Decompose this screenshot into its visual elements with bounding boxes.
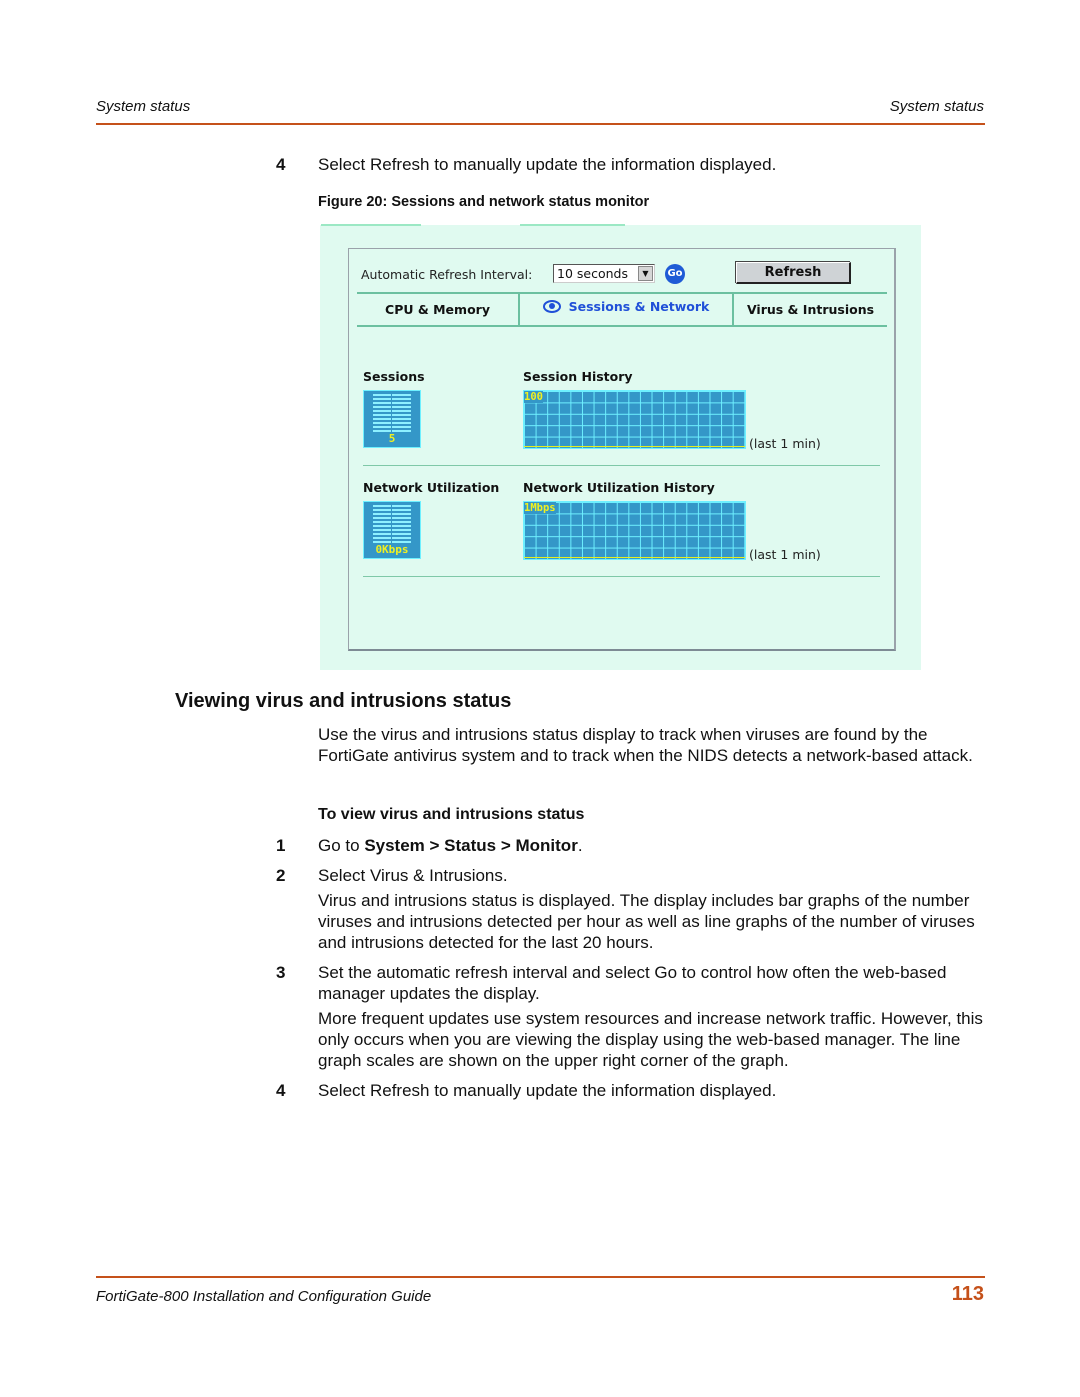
- step-detail: Virus and intrusions status is displayed…: [318, 891, 975, 952]
- monitor-tabs: CPU & Memory Sessions & Network Virus & …: [357, 292, 887, 327]
- running-header-right: System status: [889, 98, 984, 115]
- tab-label: CPU & Memory: [385, 302, 490, 317]
- step-item: 2 Select Virus & Intrusions. Virus and i…: [276, 865, 986, 953]
- header-rule: [96, 123, 985, 125]
- step-text: Select Refresh to manually update the in…: [318, 155, 777, 174]
- sessions-meter: 5: [363, 390, 421, 448]
- tab-cpu-memory[interactable]: CPU & Memory: [357, 294, 520, 325]
- step-item: 4 Select Refresh to manually update the …: [276, 1080, 986, 1101]
- network-utilization-label: Network Utilization: [363, 480, 500, 495]
- step-text: Select Virus & Intrusions.: [318, 866, 508, 885]
- status-monitor-figure: Automatic Refresh Interval: 10 seconds ▼…: [320, 224, 921, 670]
- step-text: Select Refresh to manually update the in…: [318, 1081, 777, 1100]
- figure-caption: Figure 20: Sessions and network status m…: [318, 194, 650, 210]
- step-text: Set the automatic refresh interval and s…: [318, 963, 947, 1003]
- procedure-title: To view virus and intrusions status: [318, 806, 585, 823]
- step-detail: More frequent updates use system resourc…: [318, 1009, 983, 1070]
- step-text-post: .: [577, 836, 583, 855]
- step-item: 4 Select Refresh to manually update the …: [276, 154, 986, 175]
- session-history-period: (last 1 min): [749, 436, 821, 451]
- network-meter: 0Kbps: [363, 501, 421, 559]
- step-number: 4: [276, 155, 286, 174]
- network-history-label: Network Utilization History: [523, 480, 715, 495]
- step-item: 3 Set the automatic refresh interval and…: [276, 962, 986, 1071]
- chevron-down-icon[interactable]: ▼: [638, 266, 653, 281]
- history-line: [524, 446, 745, 447]
- step-number: 4: [276, 1081, 286, 1100]
- section-divider: [363, 576, 880, 577]
- step-text-pre: Go to: [318, 836, 365, 855]
- session-history-scale: 100: [524, 391, 543, 403]
- tab-virus-intrusions[interactable]: Virus & Intrusions: [734, 294, 887, 325]
- running-header-left: System status: [96, 98, 191, 115]
- refresh-interval-select[interactable]: 10 seconds ▼: [553, 264, 655, 283]
- step-number: 2: [276, 866, 286, 885]
- sessions-value: 5: [388, 432, 396, 445]
- section-divider: [363, 465, 880, 466]
- go-button[interactable]: Go: [665, 264, 685, 284]
- tab-stub: [520, 224, 625, 226]
- sessions-label: Sessions: [363, 369, 425, 384]
- step-number: 1: [276, 836, 286, 855]
- network-history-scale: 1Mbps: [524, 502, 556, 514]
- network-value: 0Kbps: [375, 543, 409, 556]
- refresh-interval-label: Automatic Refresh Interval:: [361, 267, 533, 282]
- step-text: Go to System > Status > Monitor.: [318, 835, 986, 856]
- guide-title: FortiGate-800 Installation and Configura…: [96, 1288, 432, 1305]
- footer-rule: [96, 1276, 985, 1278]
- network-history-period: (last 1 min): [749, 547, 821, 562]
- refresh-button[interactable]: Refresh: [736, 262, 851, 284]
- history-line: [524, 557, 745, 558]
- session-history-graph: 100: [523, 390, 746, 449]
- session-history-label: Session History: [523, 369, 633, 384]
- step-number: 3: [276, 963, 286, 982]
- page-number: 113: [951, 1283, 984, 1305]
- section-intro: Use the virus and intrusions status disp…: [318, 725, 973, 765]
- monitor-panel: Automatic Refresh Interval: 10 seconds ▼…: [348, 248, 896, 651]
- tab-sessions-network[interactable]: Sessions & Network: [520, 294, 734, 325]
- step-item: 1 Go to System > Status > Monitor.: [276, 835, 986, 856]
- tab-label: Sessions & Network: [568, 299, 710, 314]
- tab-stub: [321, 224, 421, 226]
- eye-icon: [542, 300, 561, 313]
- network-history-graph: 1Mbps: [523, 501, 746, 560]
- tab-label: Virus & Intrusions: [746, 302, 875, 317]
- meter-bars: [373, 394, 411, 432]
- menu-path: System > Status > Monitor: [364, 836, 578, 855]
- meter-bars: [373, 505, 411, 543]
- refresh-interval-value: 10 seconds: [557, 266, 628, 281]
- section-heading: Viewing virus and intrusions status: [175, 690, 512, 712]
